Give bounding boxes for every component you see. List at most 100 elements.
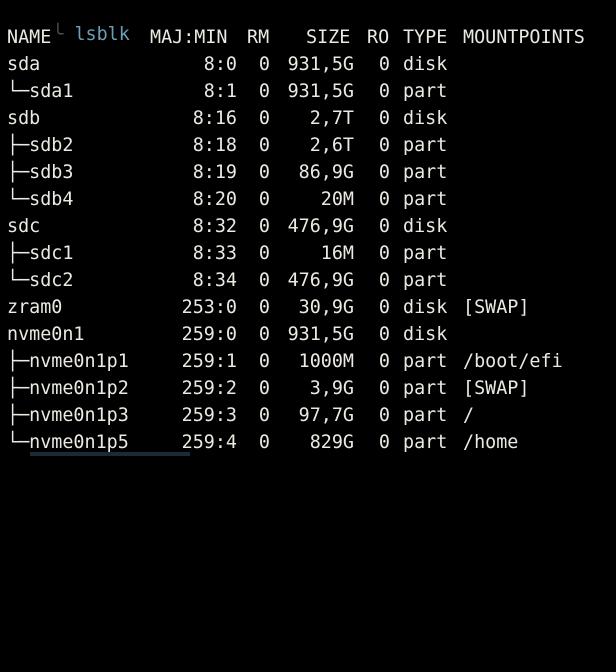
- device-majmin: 8:18: [192, 135, 237, 156]
- device-majmin: 8:33: [192, 243, 237, 264]
- terminal-window[interactable]: ╰ lsblk NAME MAJ:MIN RM SIZE RO TYPE MOU…: [0, 0, 616, 456]
- device-majmin: 253:0: [181, 297, 237, 318]
- table-header-row: NAME MAJ:MIN RM SIZE RO TYPE MOUNTPOINTS: [7, 24, 585, 51]
- device-rm: 0: [258, 54, 270, 75]
- device-rm: 0: [258, 270, 270, 291]
- table-row: ├─nvme0n1p2 259:2 0 3,9G 0 part [SWAP]: [7, 375, 529, 402]
- device-size: 931,5G: [287, 54, 354, 75]
- device-name: ├─nvme0n1p3: [7, 405, 129, 426]
- device-ro: 0: [378, 324, 390, 345]
- device-mountpoints: /: [463, 405, 475, 426]
- selection-highlight: [30, 452, 190, 456]
- device-ro: 0: [378, 54, 390, 75]
- header-name: NAME: [7, 27, 52, 48]
- device-type: part: [403, 351, 448, 372]
- table-row: nvme0n1 259:0 0 931,5G 0 disk: [7, 321, 447, 348]
- device-name: └─sdb4: [7, 189, 74, 210]
- device-name: ├─sdb3: [7, 162, 74, 183]
- header-rm: RM: [247, 27, 270, 48]
- device-type: part: [403, 432, 448, 453]
- device-majmin: 8:20: [192, 189, 237, 210]
- device-name: ├─sdc1: [7, 243, 74, 264]
- device-mountpoints: /home: [463, 432, 519, 453]
- device-ro: 0: [378, 81, 390, 102]
- header-size: SIZE: [306, 27, 351, 48]
- device-majmin: 259:2: [181, 378, 237, 399]
- device-type: part: [403, 135, 448, 156]
- device-size: 2,6T: [309, 135, 354, 156]
- device-ro: 0: [378, 270, 390, 291]
- device-type: part: [403, 243, 448, 264]
- device-size: 20M: [320, 189, 354, 210]
- device-type: part: [403, 189, 448, 210]
- device-ro: 0: [378, 108, 390, 129]
- header-mountpoints: MOUNTPOINTS: [463, 27, 585, 48]
- device-mountpoints: [SWAP]: [463, 378, 530, 399]
- device-majmin: 8:19: [192, 162, 237, 183]
- device-rm: 0: [258, 162, 270, 183]
- device-majmin: 8:16: [192, 108, 237, 129]
- device-ro: 0: [378, 135, 390, 156]
- device-size: 476,9G: [287, 270, 354, 291]
- header-majmin: MAJ:MIN: [150, 27, 228, 48]
- device-rm: 0: [258, 135, 270, 156]
- table-row: ├─nvme0n1p1 259:1 0 1000M 0 part /boot/e…: [7, 348, 563, 375]
- device-majmin: 8:0: [203, 54, 237, 75]
- device-type: part: [403, 270, 448, 291]
- device-rm: 0: [258, 351, 270, 372]
- header-type: TYPE: [403, 27, 448, 48]
- device-name: ├─sdb2: [7, 135, 74, 156]
- device-mountpoints: [SWAP]: [463, 297, 530, 318]
- device-type: disk: [403, 54, 448, 75]
- device-rm: 0: [258, 405, 270, 426]
- device-size: 86,9G: [298, 162, 354, 183]
- device-size: 30,9G: [298, 297, 354, 318]
- device-rm: 0: [258, 216, 270, 237]
- device-majmin: 259:1: [181, 351, 237, 372]
- device-majmin: 8:34: [192, 270, 237, 291]
- device-size: 829G: [309, 432, 354, 453]
- table-row: └─sda1 8:1 0 931,5G 0 part: [7, 78, 447, 105]
- device-rm: 0: [258, 81, 270, 102]
- device-type: disk: [403, 297, 448, 318]
- device-majmin: 8:1: [203, 81, 237, 102]
- device-size: 97,7G: [298, 405, 354, 426]
- table-row: zram0 253:0 0 30,9G 0 disk [SWAP]: [7, 294, 529, 321]
- device-name: └─sdc2: [7, 270, 74, 291]
- device-size: 16M: [320, 243, 354, 264]
- device-rm: 0: [258, 243, 270, 264]
- device-mountpoints: /boot/efi: [463, 351, 563, 372]
- device-name: sdc: [7, 216, 41, 237]
- table-row: └─sdc2 8:34 0 476,9G 0 part: [7, 267, 447, 294]
- device-name: └─sda1: [7, 81, 74, 102]
- device-ro: 0: [378, 162, 390, 183]
- table-row: ├─sdb3 8:19 0 86,9G 0 part: [7, 159, 447, 186]
- device-rm: 0: [258, 297, 270, 318]
- device-majmin: 259:3: [181, 405, 237, 426]
- device-majmin: 259:0: [181, 324, 237, 345]
- device-name: ├─nvme0n1p1: [7, 351, 129, 372]
- device-ro: 0: [378, 432, 390, 453]
- table-row: ├─sdc1 8:33 0 16M 0 part: [7, 240, 447, 267]
- device-rm: 0: [258, 378, 270, 399]
- device-size: 1000M: [298, 351, 354, 372]
- device-type: disk: [403, 324, 448, 345]
- device-name: sdb: [7, 108, 41, 129]
- device-type: part: [403, 162, 448, 183]
- device-ro: 0: [378, 243, 390, 264]
- device-majmin: 8:32: [192, 216, 237, 237]
- device-name: sda: [7, 54, 41, 75]
- header-ro: RO: [367, 27, 390, 48]
- device-ro: 0: [378, 297, 390, 318]
- device-rm: 0: [258, 432, 270, 453]
- device-type: part: [403, 405, 448, 426]
- device-ro: 0: [378, 216, 390, 237]
- table-row: sdb 8:16 0 2,7T 0 disk: [7, 105, 447, 132]
- device-rm: 0: [258, 108, 270, 129]
- device-type: part: [403, 378, 448, 399]
- table-row: sda 8:0 0 931,5G 0 disk: [7, 51, 447, 78]
- table-row: ├─sdb2 8:18 0 2,6T 0 part: [7, 132, 447, 159]
- device-name: nvme0n1: [7, 324, 85, 345]
- command-text: lsblk: [74, 24, 130, 45]
- device-ro: 0: [378, 351, 390, 372]
